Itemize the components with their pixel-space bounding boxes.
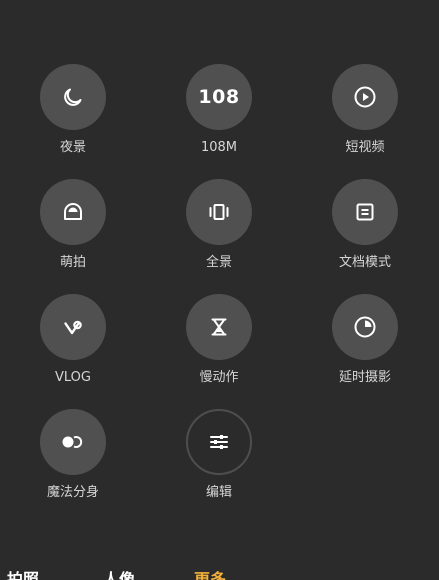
mode-108m[interactable]: 108 108M [146,64,292,179]
mode-clone[interactable]: 魔法分身 [0,409,146,524]
mode-panorama[interactable]: 全景 [146,179,292,294]
mode-timelapse[interactable]: 延时摄影 [292,294,438,409]
mode-108m-label: 108M [200,140,238,155]
slow-motion-icon [211,318,227,336]
mode-cute-shot-label: 萌拍 [59,255,86,270]
mode-slow-motion-label: 慢动作 [199,370,239,385]
clone-icon [62,436,83,448]
mode-slow-motion-button[interactable] [186,294,252,360]
mode-clone-button[interactable] [40,409,106,475]
mode-vlog-button[interactable] [40,294,106,360]
tab-portrait[interactable]: 人像 [103,566,135,580]
mode-vlog-label: VLOG [55,370,91,385]
mode-edit-button[interactable] [186,409,252,475]
mode-row-2: 萌拍 全景 文档模式 [0,179,439,294]
mode-night-button[interactable] [40,64,106,130]
panorama-icon [209,204,229,220]
cute-shot-icon [64,203,82,220]
timelapse-icon [354,316,376,338]
edit-sliders-icon [210,435,228,449]
vlog-icon [64,320,82,335]
mode-108m-button[interactable]: 108 [186,64,252,130]
mode-short-video-label: 短视频 [345,140,385,155]
mode-short-video-button[interactable] [332,64,398,130]
mode-document[interactable]: 文档模式 [292,179,438,294]
mode-cute-shot[interactable]: 萌拍 [0,179,146,294]
mode-row-1: 夜景 108 108M 短视频 [0,64,439,179]
mode-timelapse-button[interactable] [332,294,398,360]
mode-night-label: 夜景 [59,140,86,155]
mode-clone-label: 魔法分身 [46,485,99,500]
108-icon-text: 108 [198,86,240,108]
tab-more[interactable]: 更多 [194,566,226,580]
mode-grid: 夜景 108 108M 短视频 萌拍 全景 文档模式 VLOG 慢动作 延时摄影… [0,64,439,524]
camera-more-modes-screen: 夜景 108 108M 短视频 萌拍 全景 文档模式 VLOG 慢动作 延时摄影… [0,0,439,580]
mode-edit[interactable]: 编辑 [146,409,292,524]
mode-document-label: 文档模式 [338,255,391,270]
mode-slow-motion[interactable]: 慢动作 [146,294,292,409]
short-video-icon [354,86,376,108]
night-icon [64,88,82,106]
mode-short-video[interactable]: 短视频 [292,64,438,179]
document-icon [356,203,374,221]
mode-vlog[interactable]: VLOG [0,294,146,409]
mode-timelapse-label: 延时摄影 [338,370,391,385]
camera-mode-tabs: 拍照 人像 更多 [0,566,439,580]
mode-edit-label: 编辑 [205,485,232,500]
mode-document-button[interactable] [332,179,398,245]
mode-cute-shot-button[interactable] [40,179,106,245]
mode-row-3: VLOG 慢动作 延时摄影 [0,294,439,409]
mode-panorama-label: 全景 [205,255,232,270]
mode-panorama-button[interactable] [186,179,252,245]
tab-photo[interactable]: 拍照 [7,566,39,580]
mode-row-4: 魔法分身 编辑 [0,409,439,524]
mode-night[interactable]: 夜景 [0,64,146,179]
